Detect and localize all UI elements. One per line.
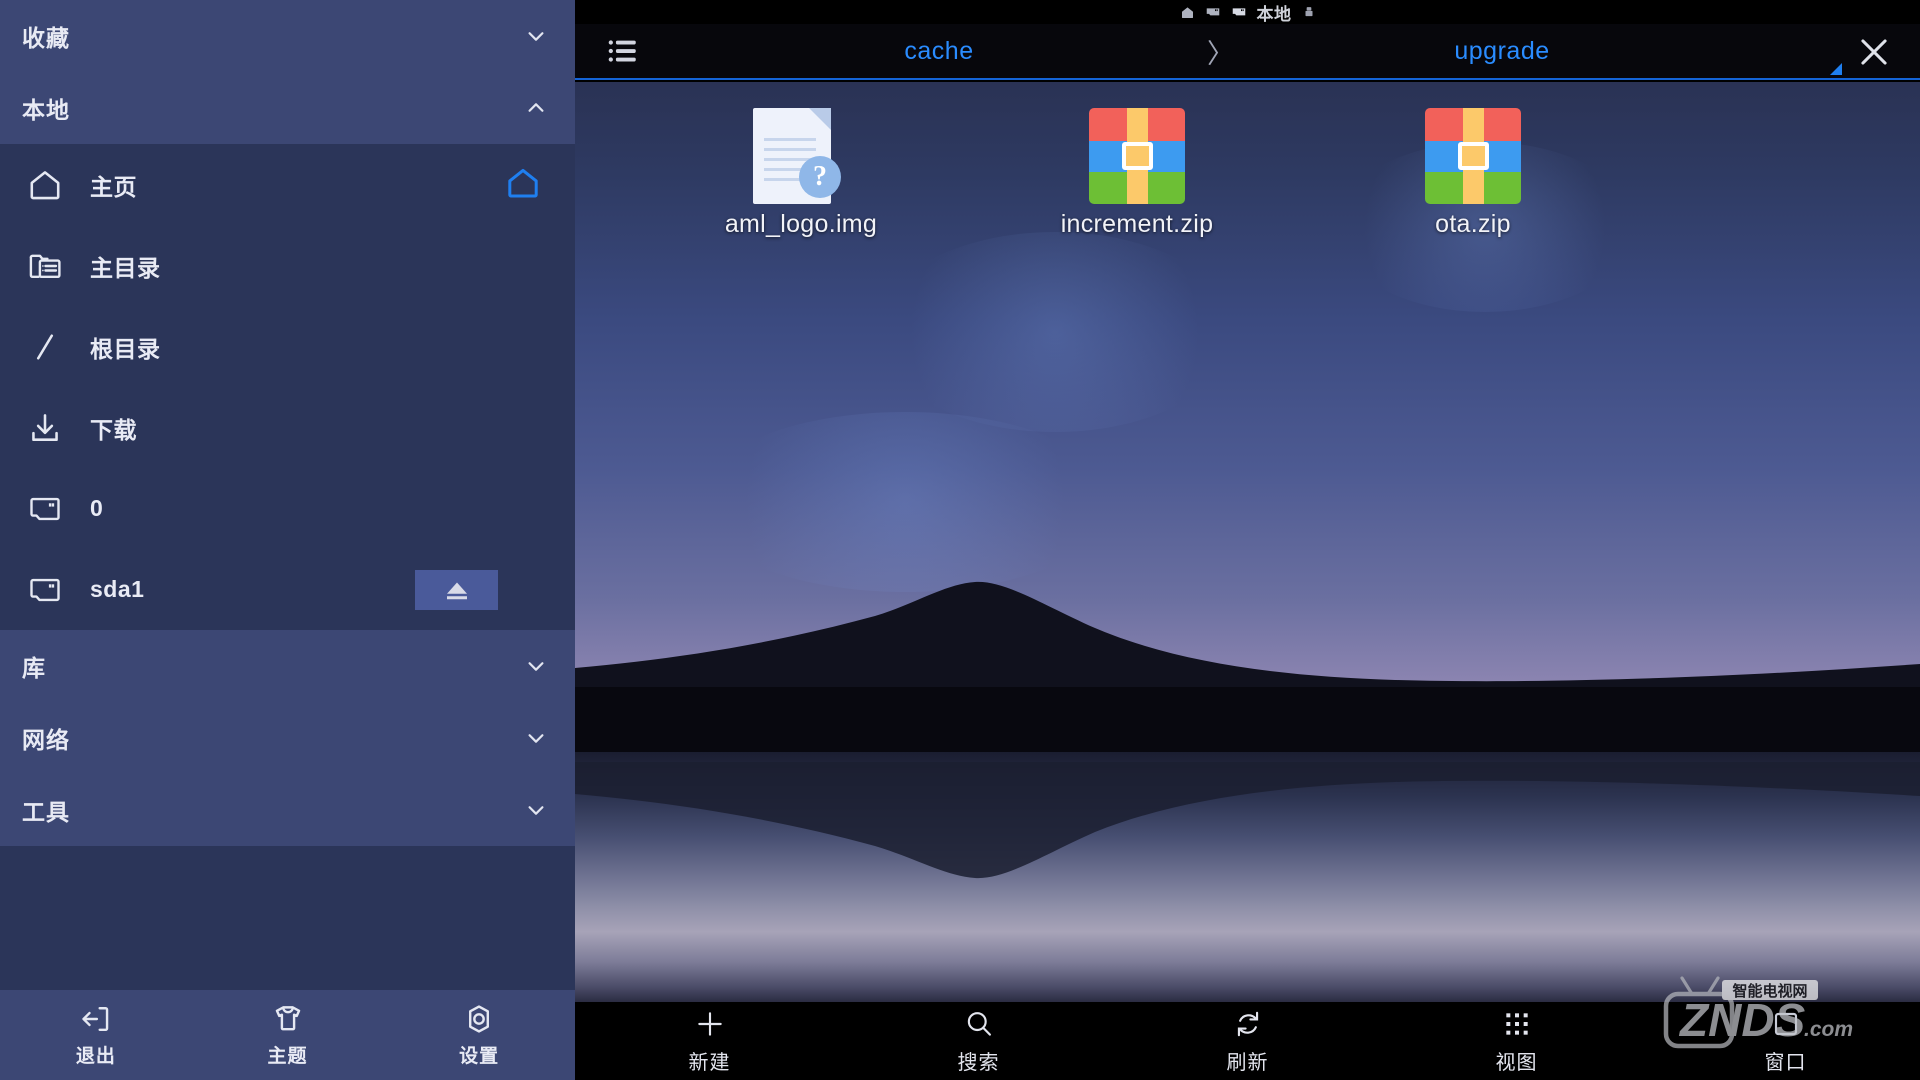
sky-glow bbox=[695, 412, 1115, 592]
home-accent-icon[interactable] bbox=[505, 165, 545, 205]
view-label: 视图 bbox=[1495, 1051, 1538, 1074]
sdcard-icon bbox=[1232, 8, 1245, 16]
close-icon bbox=[1861, 39, 1887, 65]
zip-archive-icon bbox=[1425, 108, 1521, 204]
close-button[interactable] bbox=[1846, 24, 1902, 80]
sidebar-section-local-label: 本地 bbox=[22, 97, 70, 123]
eject-button[interactable] bbox=[415, 569, 498, 610]
sidebar-section-favorites[interactable]: 收藏 bbox=[0, 0, 575, 72]
sidebar-footer: 退出 主题 设置 bbox=[0, 990, 575, 1080]
sidebar-item-home-label: 主页 bbox=[90, 173, 137, 200]
file-item[interactable]: ? aml_logo.img bbox=[633, 94, 969, 244]
refresh-label: 刷新 bbox=[1226, 1051, 1269, 1074]
file-item[interactable]: ota.zip bbox=[1305, 94, 1641, 244]
chevron-down-icon bbox=[525, 25, 547, 47]
usb-icon bbox=[1305, 7, 1312, 17]
list-menu-icon[interactable] bbox=[575, 23, 671, 79]
sidebar-item-storage0[interactable]: 0 bbox=[0, 468, 575, 549]
sidebar-item-root[interactable]: 根目录 bbox=[0, 306, 575, 387]
breadcrumb-crumb-upgrade-wrap: upgrade bbox=[1234, 37, 1770, 66]
refresh-button[interactable]: 刷新 bbox=[1113, 1002, 1382, 1080]
sidebar-section-network-label: 网络 bbox=[22, 727, 70, 753]
sidebar-local-items: 主页 主目录 根目录 下载 0 sda1 bbox=[0, 144, 575, 630]
sidebar-section-tools[interactable]: 工具 bbox=[0, 774, 575, 846]
exit-label: 退出 bbox=[75, 1046, 116, 1067]
window-button[interactable]: 窗口 bbox=[1651, 1002, 1920, 1080]
plus-icon bbox=[697, 1011, 722, 1036]
file-grid: ? aml_logo.img increment.zip ota.zip bbox=[575, 82, 1920, 244]
new-label: 新建 bbox=[688, 1051, 731, 1074]
sidebar-section-favorites-label: 收藏 bbox=[22, 25, 70, 51]
folder-list-icon bbox=[22, 243, 68, 289]
document-question-icon: ? bbox=[753, 108, 849, 204]
breadcrumb-separator: 〉 bbox=[1207, 38, 1234, 69]
breadcrumb-crumb-upgrade[interactable]: upgrade bbox=[1454, 37, 1549, 66]
shoreline-band bbox=[575, 687, 1920, 757]
sidebar-item-downloads-label: 下载 bbox=[90, 416, 137, 443]
home-icon bbox=[1181, 6, 1193, 18]
search-button[interactable]: 搜索 bbox=[844, 1002, 1113, 1080]
gear-icon bbox=[469, 1005, 490, 1033]
zip-archive-icon bbox=[1089, 108, 1185, 204]
mountain-silhouette bbox=[575, 581, 1920, 702]
settings-button[interactable]: 设置 bbox=[383, 990, 575, 1080]
sdcard-icon bbox=[22, 567, 68, 613]
sidebar-item-homedir[interactable]: 主目录 bbox=[0, 225, 575, 306]
file-name: increment.zip bbox=[1060, 210, 1214, 238]
home-icon bbox=[22, 162, 68, 208]
sidebar-item-downloads[interactable]: 下载 bbox=[0, 387, 575, 468]
sidebar-item-storage0-label: 0 bbox=[90, 495, 104, 521]
sdcard-icon bbox=[1206, 8, 1219, 16]
theme-label: 主题 bbox=[267, 1046, 308, 1067]
chevron-down-icon bbox=[525, 727, 547, 749]
settings-label: 设置 bbox=[459, 1046, 500, 1067]
chevron-up-icon bbox=[525, 97, 547, 119]
search-icon bbox=[967, 1011, 991, 1036]
sidebar: 收藏 本地 主页 主目录 根目录 下载 0 sda1 库 网络 工具 退出 主题… bbox=[0, 0, 575, 1080]
new-button[interactable]: 新建 bbox=[575, 1002, 844, 1080]
sidebar-section-library[interactable]: 库 bbox=[0, 630, 575, 702]
refresh-icon bbox=[1237, 1011, 1258, 1036]
window-icon bbox=[1774, 1012, 1797, 1035]
mountain-reflection bbox=[575, 762, 1920, 879]
window-label: 窗口 bbox=[1764, 1051, 1807, 1074]
resize-handle-icon[interactable] bbox=[1830, 63, 1842, 75]
sidebar-section-tools-label: 工具 bbox=[22, 799, 70, 825]
view-button[interactable]: 视图 bbox=[1382, 1002, 1651, 1080]
chevron-down-icon bbox=[525, 655, 547, 677]
status-bar: 本地 bbox=[575, 0, 1920, 24]
bottom-toolbar: 新建 搜索 刷新 视图 窗口 bbox=[575, 1002, 1920, 1080]
tshirt-icon bbox=[275, 1006, 300, 1031]
file-item[interactable]: increment.zip bbox=[969, 94, 1305, 244]
grid-view-icon bbox=[1505, 1012, 1528, 1035]
status-bar-label: 本地 bbox=[1256, 4, 1292, 24]
file-name: ota.zip bbox=[1435, 210, 1511, 238]
breadcrumb: cache 〉 upgrade bbox=[575, 24, 1920, 80]
chevron-down-icon bbox=[525, 799, 547, 821]
file-name: aml_logo.img bbox=[724, 210, 878, 238]
sidebar-item-homedir-label: 主目录 bbox=[90, 254, 161, 281]
sidebar-item-root-label: 根目录 bbox=[90, 335, 161, 362]
download-icon bbox=[22, 405, 68, 451]
sidebar-item-home[interactable]: 主页 bbox=[0, 144, 575, 225]
sky-glow bbox=[875, 232, 1235, 432]
exit-button[interactable]: 退出 bbox=[0, 990, 192, 1080]
sidebar-spacer bbox=[0, 846, 575, 990]
sdcard-icon bbox=[22, 486, 68, 532]
slash-icon bbox=[22, 324, 68, 370]
sidebar-item-sda1-label: sda1 bbox=[90, 576, 145, 602]
sidebar-item-sda1[interactable]: sda1 bbox=[0, 549, 575, 630]
file-manager-app: 收藏 本地 主页 主目录 根目录 下载 0 sda1 库 网络 工具 退出 主题… bbox=[0, 0, 1920, 1080]
sidebar-section-network[interactable]: 网络 bbox=[0, 702, 575, 774]
breadcrumb-crumb-cache[interactable]: cache bbox=[904, 37, 973, 66]
sidebar-section-local[interactable]: 本地 bbox=[0, 72, 575, 144]
breadcrumb-crumb-cache-wrap: cache bbox=[671, 37, 1207, 66]
search-label: 搜索 bbox=[957, 1051, 1000, 1074]
exit-icon bbox=[82, 1007, 109, 1031]
main-panel: 本地 cache 〉 upgrade ? aml_logo.img increm… bbox=[575, 0, 1920, 1080]
sidebar-section-library-label: 库 bbox=[22, 655, 46, 681]
theme-button[interactable]: 主题 bbox=[192, 990, 384, 1080]
water-reflection bbox=[575, 752, 1920, 1002]
